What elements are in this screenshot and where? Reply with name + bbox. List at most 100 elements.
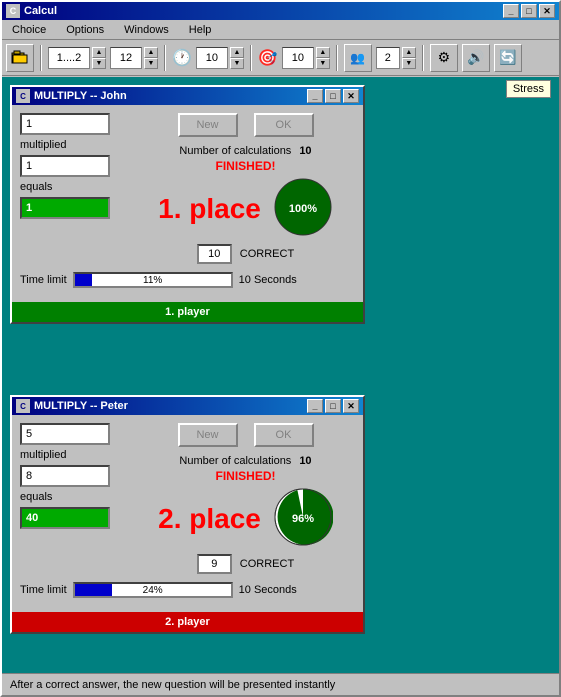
player1-new-btn[interactable]: New: [178, 113, 238, 137]
spinner-5-up[interactable]: ▲: [402, 47, 416, 58]
player2-place: 2. place: [158, 503, 261, 535]
player1-time-row: Time limit 11% 10 Seconds: [20, 272, 355, 288]
spinner-1-input[interactable]: [48, 47, 90, 69]
player2-num-calcs-row: Number of calculations 10: [179, 455, 311, 467]
player1-num-calcs-label: Number of calculations: [179, 145, 291, 157]
player1-maximize-btn[interactable]: □: [325, 89, 341, 103]
player2-icon: C: [16, 399, 30, 413]
menu-help[interactable]: Help: [183, 22, 218, 38]
spinner-1-buttons: ▲ ▼: [92, 47, 106, 69]
player2-finished: FINISHED!: [216, 469, 276, 483]
spinner-2-buttons: ▲ ▼: [144, 47, 158, 69]
player2-minimize-btn[interactable]: _: [307, 399, 323, 413]
spinner-1-up[interactable]: ▲: [92, 47, 106, 58]
player2-progress-bar: 24%: [73, 582, 233, 598]
player2-num-calcs-value: 10: [299, 455, 311, 467]
sound-btn[interactable]: 🔊: [462, 44, 490, 72]
toolbar-divider-2: [164, 45, 166, 71]
spinner-3-down[interactable]: ▼: [230, 58, 244, 69]
settings-btn[interactable]: ⚙: [430, 44, 458, 72]
player2-close-btn[interactable]: ✕: [343, 399, 359, 413]
spinner-3-buttons: ▲ ▼: [230, 47, 244, 69]
main-window-title: Calcul: [24, 5, 57, 17]
player1-middle: New OK Number of calculations 10 FINISHE…: [136, 113, 355, 264]
player1-close-btn[interactable]: ✕: [343, 89, 359, 103]
player2-new-btn[interactable]: New: [178, 423, 238, 447]
spinner-3-input[interactable]: [196, 47, 228, 69]
title-bar-buttons: _ □ ✕: [503, 4, 555, 18]
player2-window: C MULTIPLY -- Peter _ □ ✕ multiplied: [10, 395, 365, 634]
player2-ok-btn[interactable]: OK: [254, 423, 314, 447]
title-bar-left: C Calcul: [6, 4, 57, 18]
toolbar: ▲ ▼ ▲ ▼ 🕐 ▲ ▼ 🎯 ▲: [2, 40, 559, 76]
spinner-5-down[interactable]: ▼: [402, 58, 416, 69]
player2-correct-value[interactable]: [197, 554, 232, 574]
status-text: After a correct answer, the new question…: [10, 679, 335, 691]
player2-bar: 2. player: [12, 612, 363, 632]
minimize-button[interactable]: _: [503, 4, 519, 18]
player2-inputs: multiplied equals: [20, 423, 120, 574]
player2-buttons-row: New OK: [178, 423, 314, 447]
player1-content: multiplied equals New OK Number of calcu…: [12, 105, 363, 296]
player1-title-buttons: _ □ ✕: [307, 89, 359, 103]
toolbar-open-btn[interactable]: [6, 44, 34, 72]
status-bar: After a correct answer, the new question…: [2, 673, 559, 695]
spinner-3-up[interactable]: ▲: [230, 47, 244, 58]
player2-progress-text: 24%: [75, 584, 231, 598]
player2-title-buttons: _ □ ✕: [307, 399, 359, 413]
spinner-1-down[interactable]: ▼: [92, 58, 106, 69]
menu-choice[interactable]: Choice: [6, 22, 52, 38]
spinner-2-input[interactable]: [110, 47, 142, 69]
player1-correct-value[interactable]: [197, 244, 232, 264]
player1-input1[interactable]: [20, 113, 110, 135]
clock-icon: 🕐: [172, 48, 192, 68]
player2-content: multiplied equals New OK Number of calcu…: [12, 415, 363, 606]
content-area: C MULTIPLY -- John _ □ ✕ multiplied: [2, 77, 559, 673]
player2-main-row: multiplied equals New OK Number of calcu…: [20, 423, 355, 574]
spinner-5-input[interactable]: [376, 47, 400, 69]
player2-label1: multiplied: [20, 449, 120, 461]
toolbar-divider-4: [336, 45, 338, 71]
player2-result[interactable]: [20, 507, 110, 529]
player2-time-row: Time limit 24% 10 Seconds: [20, 582, 355, 598]
spinner-2-down[interactable]: ▼: [144, 58, 158, 69]
players-icon-btn[interactable]: 👥: [344, 44, 372, 72]
player2-input1[interactable]: [20, 423, 110, 445]
player1-result-row: 1. place 100%: [158, 177, 333, 240]
toolbar-spinner-5: ▲ ▼: [376, 47, 416, 69]
toolbar-divider-5: [422, 45, 424, 71]
player1-progress-text: 11%: [75, 274, 231, 288]
player1-result[interactable]: [20, 197, 110, 219]
target-icon: 🎯: [258, 48, 278, 68]
main-title-bar: C Calcul _ □ ✕: [2, 2, 559, 20]
menu-windows[interactable]: Windows: [118, 22, 175, 38]
player1-pie-chart: 100%: [273, 177, 333, 237]
player2-correct-label: CORRECT: [240, 558, 294, 570]
player1-minimize-btn[interactable]: _: [307, 89, 323, 103]
spinner-4-down[interactable]: ▼: [316, 58, 330, 69]
player2-input2[interactable]: [20, 465, 110, 487]
player1-title-left: C MULTIPLY -- John: [16, 89, 127, 103]
maximize-button[interactable]: □: [521, 4, 537, 18]
player1-num-calcs-value: 10: [299, 145, 311, 157]
player1-correct-row: CORRECT: [197, 244, 294, 264]
stress-tooltip: Stress: [506, 80, 551, 98]
close-button[interactable]: ✕: [539, 4, 555, 18]
menu-options[interactable]: Options: [60, 22, 110, 38]
spinner-4-input[interactable]: [282, 47, 314, 69]
player2-result-row: 2. place 96%: [158, 487, 333, 550]
menu-bar: Choice Options Windows Help: [2, 20, 559, 40]
svg-text:100%: 100%: [289, 203, 317, 215]
player1-ok-btn[interactable]: OK: [254, 113, 314, 137]
refresh-btn[interactable]: 🔄: [494, 44, 522, 72]
player2-label2: equals: [20, 491, 120, 503]
spinner-4-buttons: ▲ ▼: [316, 47, 330, 69]
player1-pie-container: 100%: [273, 177, 333, 240]
spinner-2-up[interactable]: ▲: [144, 47, 158, 58]
spinner-4-up[interactable]: ▲: [316, 47, 330, 58]
player1-input2[interactable]: [20, 155, 110, 177]
player2-correct-row: CORRECT: [197, 554, 294, 574]
player2-maximize-btn[interactable]: □: [325, 399, 341, 413]
player1-title: MULTIPLY -- John: [34, 90, 127, 102]
player2-title-left: C MULTIPLY -- Peter: [16, 399, 128, 413]
